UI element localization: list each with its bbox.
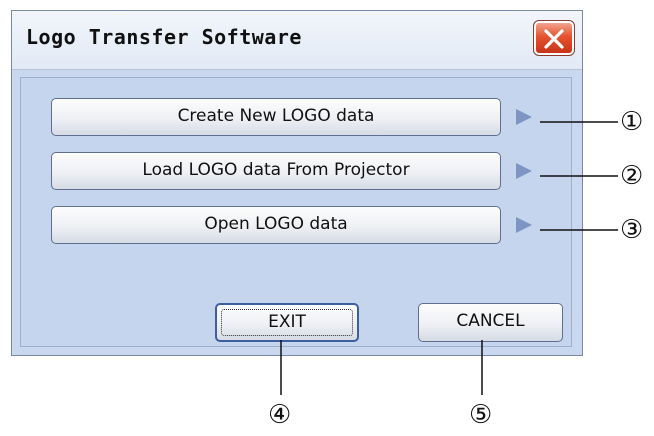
window-title: Logo Transfer Software — [26, 25, 302, 49]
callout-marker-2: ② — [620, 161, 644, 191]
right-arrow-icon — [516, 163, 532, 179]
screenshot-stage: Logo Transfer Software Create New LOGO d… — [0, 0, 654, 436]
open-logo-label: Open LOGO data — [204, 214, 348, 234]
create-new-logo-button[interactable]: Create New LOGO data — [51, 98, 501, 136]
load-logo-from-projector-button[interactable]: Load LOGO data From Projector — [51, 152, 501, 190]
callout-marker-1: ① — [620, 107, 644, 137]
exit-label: EXIT — [268, 312, 306, 332]
close-icon — [544, 29, 564, 49]
logo-transfer-dialog: Logo Transfer Software Create New LOGO d… — [11, 10, 583, 356]
right-arrow-icon — [516, 109, 532, 125]
create-new-logo-label: Create New LOGO data — [177, 106, 375, 126]
cancel-button[interactable]: CANCEL — [418, 303, 563, 342]
exit-button[interactable]: EXIT — [215, 303, 359, 342]
load-logo-label: Load LOGO data From Projector — [142, 160, 410, 180]
dialog-client-area: Create New LOGO data Load LOGO data From… — [20, 77, 572, 347]
callout-marker-4: ④ — [268, 400, 292, 430]
title-bar: Logo Transfer Software — [12, 11, 582, 70]
cancel-label: CANCEL — [456, 311, 525, 331]
callout-marker-3: ③ — [620, 215, 644, 245]
right-arrow-icon — [516, 217, 532, 233]
open-logo-data-button[interactable]: Open LOGO data — [51, 206, 501, 244]
close-button[interactable] — [533, 20, 575, 56]
callout-marker-5: ⑤ — [469, 400, 493, 430]
